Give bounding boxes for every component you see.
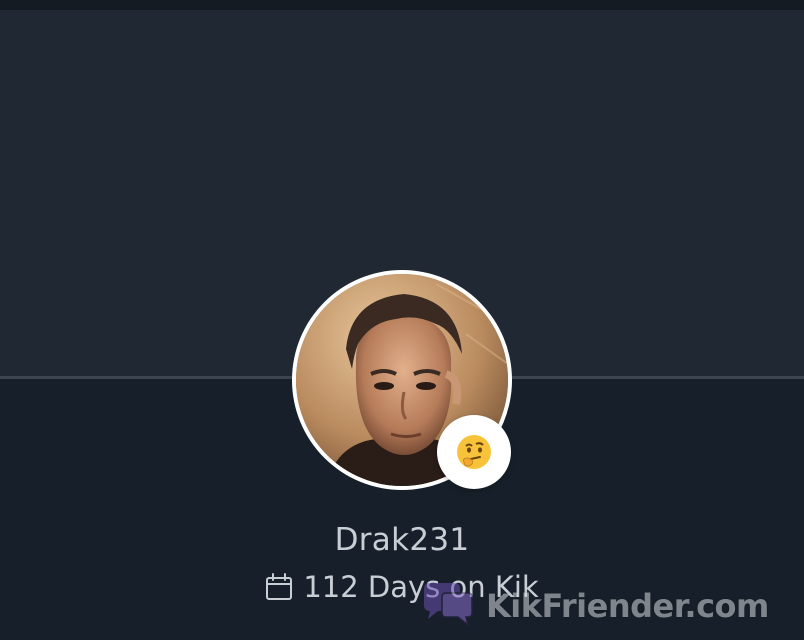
watermark-text: KikFriender.com <box>486 587 769 625</box>
profile-screen: Drak231 112 Days on Kik KikFriender.com <box>0 0 804 640</box>
watermark: KikFriender.com <box>420 578 769 634</box>
chat-bubbles-icon <box>424 583 473 627</box>
top-bar <box>0 0 804 10</box>
thinking-face-icon <box>457 435 491 469</box>
username: Drak231 <box>334 522 470 558</box>
calendar-icon <box>265 573 293 601</box>
status-emoji-badge <box>437 415 511 489</box>
